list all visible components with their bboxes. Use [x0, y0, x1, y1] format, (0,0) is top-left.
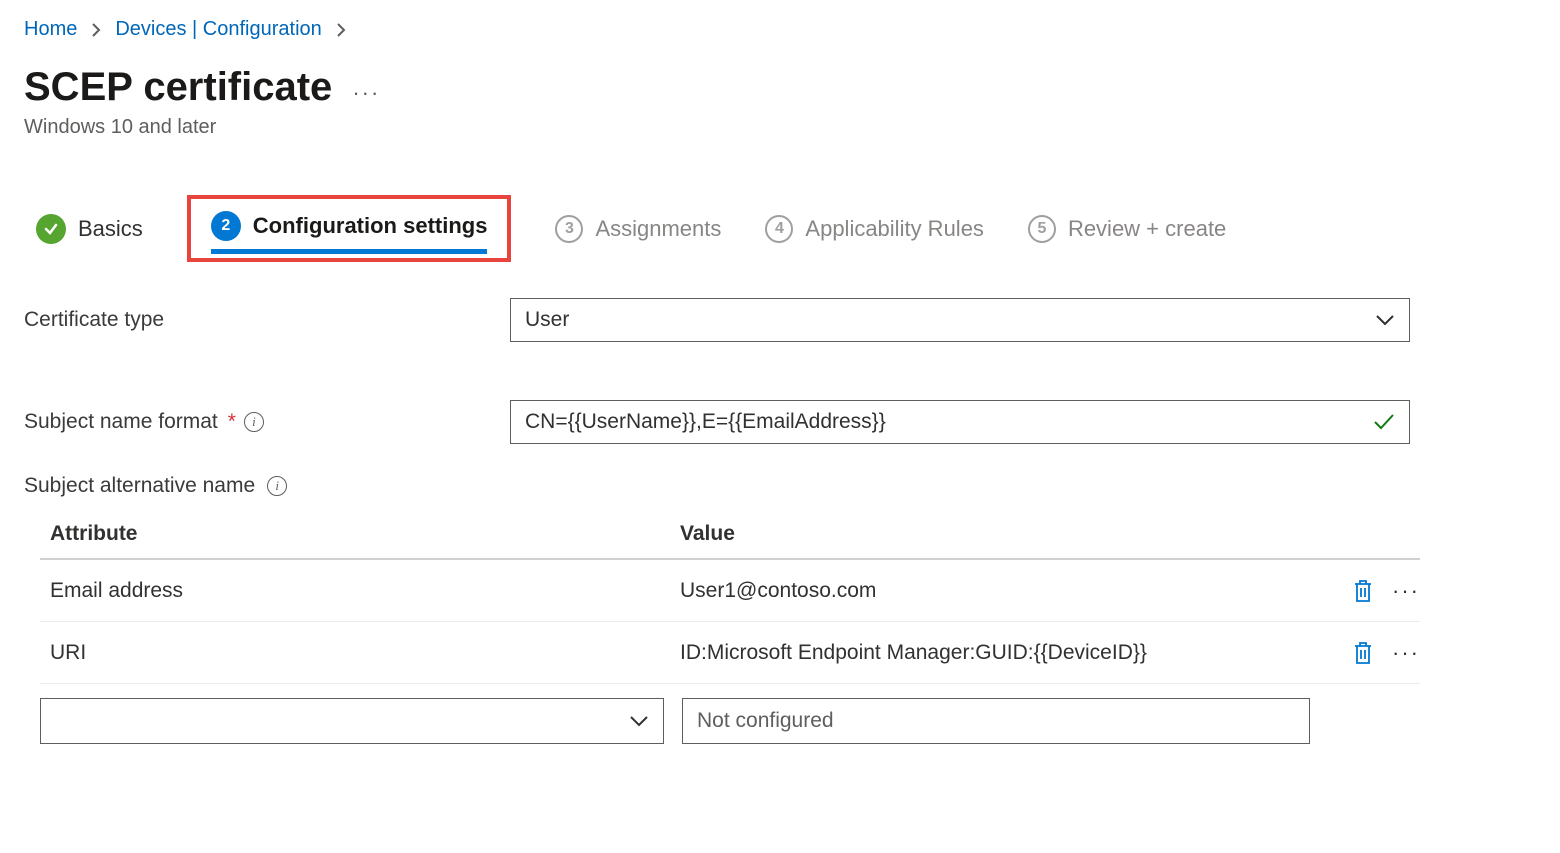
row-attribute: Email address — [40, 579, 680, 603]
col-value: Value — [680, 522, 1310, 546]
delete-row-button[interactable] — [1352, 579, 1374, 603]
chevron-right-icon — [91, 23, 101, 37]
chevron-down-icon — [1375, 314, 1395, 326]
subject-name-format-label: Subject name format * i — [24, 410, 510, 434]
step-label: Configuration settings — [253, 213, 488, 239]
step-number-icon: 3 — [555, 215, 583, 243]
delete-row-button[interactable] — [1352, 641, 1374, 665]
step-label: Basics — [78, 216, 143, 242]
certificate-type-label: Certificate type — [24, 308, 510, 332]
step-label: Assignments — [595, 216, 721, 242]
more-actions-button[interactable]: ··· — [352, 80, 380, 106]
step-applicability-rules[interactable]: 4 Applicability Rules — [765, 215, 984, 243]
row-more-button[interactable]: ··· — [1392, 578, 1420, 604]
step-configuration-settings[interactable]: 2 Configuration settings — [211, 211, 488, 254]
page-header: SCEP certificate ··· — [24, 65, 1536, 110]
step-configuration-highlight: 2 Configuration settings — [187, 195, 512, 262]
label-text: Subject alternative name — [24, 474, 255, 498]
row-more-button[interactable]: ··· — [1392, 640, 1420, 666]
step-number-icon: 5 — [1028, 215, 1056, 243]
breadcrumb-home[interactable]: Home — [24, 18, 77, 41]
label-text: Subject name format — [24, 410, 218, 434]
step-label: Review + create — [1068, 216, 1226, 242]
san-table: Attribute Value Email address User1@cont… — [40, 522, 1420, 744]
chevron-right-icon — [336, 23, 346, 37]
input-value: CN={{UserName}},E={{EmailAddress}} — [525, 410, 886, 434]
required-indicator: * — [228, 410, 236, 434]
row-value: ID:Microsoft Endpoint Manager:GUID:{{Dev… — [680, 641, 1310, 665]
add-san-row: Not configured — [40, 698, 1420, 744]
subject-alternative-name-label: Subject alternative name i — [24, 474, 1536, 498]
select-value: User — [525, 308, 569, 332]
field-subject-name-format: Subject name format * i CN={{UserName}},… — [24, 400, 1536, 444]
page-subtitle: Windows 10 and later — [24, 116, 1536, 139]
page-title: SCEP certificate — [24, 65, 332, 110]
subject-name-format-input[interactable]: CN={{UserName}},E={{EmailAddress}} — [510, 400, 1410, 444]
row-attribute: URI — [40, 641, 680, 665]
table-row: Email address User1@contoso.com ··· — [40, 560, 1420, 622]
info-icon[interactable]: i — [244, 412, 264, 432]
step-number-icon: 2 — [211, 211, 241, 241]
input-placeholder: Not configured — [697, 709, 834, 733]
row-value: User1@contoso.com — [680, 579, 1310, 603]
field-certificate-type: Certificate type User — [24, 298, 1536, 342]
info-icon[interactable]: i — [267, 476, 287, 496]
breadcrumb: Home Devices | Configuration — [24, 18, 1536, 41]
table-row: URI ID:Microsoft Endpoint Manager:GUID:{… — [40, 622, 1420, 684]
step-review-create[interactable]: 5 Review + create — [1028, 215, 1226, 243]
table-header: Attribute Value — [40, 522, 1420, 560]
valid-checkmark-icon — [1373, 413, 1395, 431]
step-assignments[interactable]: 3 Assignments — [555, 215, 721, 243]
step-number-icon: 4 — [765, 215, 793, 243]
col-attribute: Attribute — [40, 522, 680, 546]
new-value-input[interactable]: Not configured — [682, 698, 1310, 744]
step-label: Applicability Rules — [805, 216, 984, 242]
new-attribute-select[interactable] — [40, 698, 664, 744]
step-basics[interactable]: Basics — [36, 214, 143, 244]
wizard-steps: Basics 2 Configuration settings 3 Assign… — [36, 195, 1536, 262]
certificate-type-select[interactable]: User — [510, 298, 1410, 342]
breadcrumb-devices[interactable]: Devices | Configuration — [115, 18, 321, 41]
chevron-down-icon — [629, 715, 649, 727]
checkmark-icon — [36, 214, 66, 244]
